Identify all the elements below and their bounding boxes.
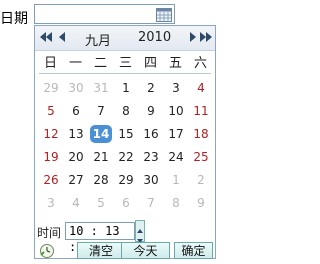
day-cell[interactable]: 18 [190, 125, 212, 143]
day-cell[interactable]: 5 [90, 194, 112, 212]
day-cell[interactable]: 29 [115, 171, 137, 189]
next-month-icon[interactable] [185, 29, 199, 45]
day-cell[interactable]: 24 [165, 148, 187, 166]
clear-button[interactable]: 清空 [77, 242, 125, 259]
day-cell[interactable]: 3 [40, 194, 62, 212]
weekday-divider [39, 73, 211, 74]
day-cell[interactable]: 9 [140, 102, 162, 120]
month-label[interactable]: 九月 [85, 30, 111, 49]
prev-month-icon[interactable] [56, 29, 70, 45]
weekday-label: 六 [193, 56, 207, 71]
day-cell[interactable]: 26 [40, 171, 62, 189]
day-cell[interactable]: 13 [65, 125, 87, 143]
day-cell[interactable]: 2 [190, 171, 212, 189]
time-spinner [135, 220, 145, 243]
weekday-label: 二 [93, 56, 107, 71]
date-picker-popup: 九月 2010 日 一 二 三 四 五 六 29 30 31 1 2 3 4 5 6 7 8 9 10 1… [34, 25, 216, 259]
day-cell[interactable]: 4 [65, 194, 87, 212]
prev-year-icon[interactable] [39, 29, 53, 45]
weekday-label: 四 [143, 56, 157, 71]
day-cell[interactable]: 17 [165, 125, 187, 143]
day-cell[interactable]: 22 [115, 148, 137, 166]
day-cell[interactable]: 10 [165, 102, 187, 120]
time-label: 时间 [37, 226, 62, 240]
date-field-label: 日期 [0, 11, 28, 27]
next-year-icon[interactable] [199, 29, 213, 45]
day-cell[interactable]: 30 [65, 79, 87, 97]
day-cell[interactable]: 1 [115, 79, 137, 97]
day-grid: 29 30 31 1 2 3 4 5 6 7 8 9 10 11 12 13 14 15 16 17 18 19 20 21 2… [35, 76, 215, 210]
time-input[interactable]: 10 : 13 : 38 [65, 222, 135, 254]
day-cell[interactable]: 20 [65, 148, 87, 166]
weekday-header: 日 一 二 三 四 五 六 [35, 52, 215, 72]
day-cell[interactable]: 23 [140, 148, 162, 166]
calendar-grid-icon[interactable] [156, 7, 172, 22]
ok-button[interactable]: 确定 [174, 242, 213, 259]
today-button[interactable]: 今天 [121, 242, 170, 259]
date-input[interactable] [34, 4, 175, 24]
day-cell[interactable]: 29 [40, 79, 62, 97]
day-cell[interactable]: 5 [40, 102, 62, 120]
weekday-label: 三 [118, 56, 132, 71]
day-cell[interactable]: 19 [40, 148, 62, 166]
action-row: 清空 今天 确定 [35, 242, 215, 262]
day-cell[interactable]: 6 [115, 194, 137, 212]
weekday-label: 五 [168, 56, 182, 71]
day-cell[interactable]: 8 [165, 194, 187, 212]
day-cell[interactable]: 12 [40, 125, 62, 143]
day-cell[interactable]: 11 [190, 102, 212, 120]
day-cell[interactable]: 28 [90, 171, 112, 189]
time-row: 时间 10 : 13 : 38 [35, 220, 215, 254]
day-cell[interactable]: 21 [90, 148, 112, 166]
weekday-label: 一 [68, 56, 82, 71]
spin-down-icon[interactable] [136, 231, 144, 243]
day-cell[interactable]: 15 [115, 125, 137, 143]
year-label[interactable]: 2010 [138, 30, 171, 45]
day-cell[interactable]: 2 [140, 79, 162, 97]
day-cell[interactable]: 7 [90, 102, 112, 120]
spin-up-icon[interactable] [136, 221, 144, 233]
clock-icon [39, 243, 55, 259]
day-cell[interactable]: 3 [165, 79, 187, 97]
day-cell[interactable]: 25 [190, 148, 212, 166]
day-cell[interactable]: 1 [165, 171, 187, 189]
day-cell[interactable]: 30 [140, 171, 162, 189]
weekday-label: 日 [43, 56, 57, 71]
day-cell[interactable]: 4 [190, 79, 212, 97]
day-cell[interactable]: 6 [65, 102, 87, 120]
day-cell[interactable]: 9 [190, 194, 212, 212]
day-cell[interactable]: 7 [140, 194, 162, 212]
day-cell[interactable]: 8 [115, 102, 137, 120]
month-nav-bar: 九月 2010 [35, 26, 215, 51]
day-cell[interactable]: 27 [65, 171, 87, 189]
selected-day-cell[interactable]: 14 [90, 125, 112, 143]
day-cell[interactable]: 16 [140, 125, 162, 143]
day-cell[interactable]: 31 [90, 79, 112, 97]
